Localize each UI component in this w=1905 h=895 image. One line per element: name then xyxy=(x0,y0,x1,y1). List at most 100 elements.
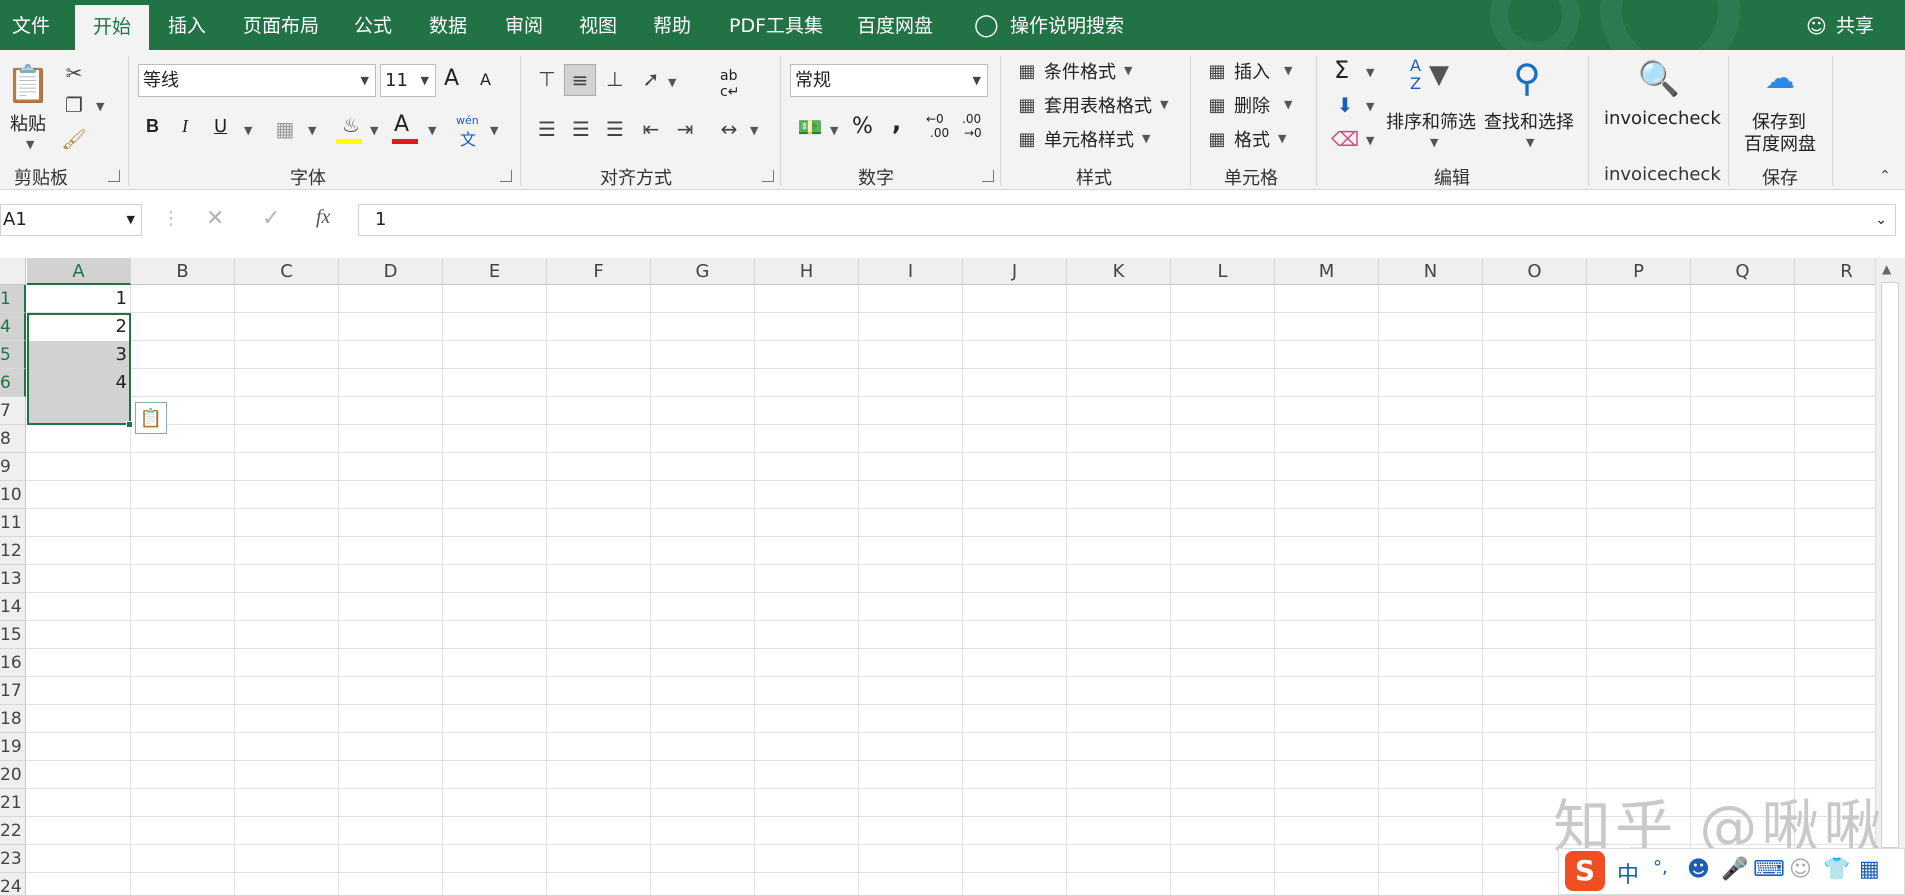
tab-baidu-netdisk[interactable]: 百度网盘 xyxy=(857,0,933,50)
sogou-logo-icon[interactable]: S xyxy=(1565,851,1605,891)
tab-insert[interactable]: 插入 xyxy=(168,0,206,50)
orientation-dropdown[interactable]: ▼ xyxy=(668,76,676,89)
align-bottom-icon[interactable]: ⊥ xyxy=(600,64,630,94)
increase-indent-icon[interactable]: ⇥ xyxy=(670,114,700,144)
tab-formulas[interactable]: 公式 xyxy=(354,0,392,50)
conditional-format-icon[interactable]: ▦ xyxy=(1014,58,1040,84)
skin-icon[interactable]: 👕 xyxy=(1823,857,1850,882)
column-header-c[interactable]: C xyxy=(235,258,339,285)
row-header-7[interactable]: 7 xyxy=(0,397,26,425)
alignment-dialog-launcher[interactable] xyxy=(762,170,774,182)
tab-help[interactable]: 帮助 xyxy=(653,0,691,50)
clear-icon[interactable]: ⌫ xyxy=(1331,126,1359,152)
fill-icon[interactable]: ⬇ xyxy=(1332,92,1358,118)
tab-data[interactable]: 数据 xyxy=(429,0,467,50)
merge-center-icon[interactable]: ↔ xyxy=(714,114,744,144)
row-header-1[interactable]: 1 xyxy=(0,285,26,313)
row-header-21[interactable]: 21 xyxy=(0,789,26,817)
align-center-icon[interactable]: ☰ xyxy=(566,114,596,144)
phonetic-guide-button[interactable]: 文 xyxy=(460,126,476,150)
user-icon[interactable]: ☺ xyxy=(1806,0,1827,50)
lightbulb-icon[interactable]: ◯ xyxy=(974,0,999,50)
format-painter-icon[interactable]: 🖌 xyxy=(60,126,88,152)
microphone-icon[interactable]: 🎤 xyxy=(1721,857,1748,882)
format-as-table-button[interactable]: 套用表格格式 xyxy=(1044,92,1152,118)
sort-filter-dropdown[interactable]: ▼ xyxy=(1430,136,1438,149)
tab-page-layout[interactable]: 页面布局 xyxy=(243,0,319,50)
decrease-decimal-top[interactable]: .00 xyxy=(962,112,981,126)
wrap-text-top[interactable]: ab xyxy=(720,68,737,84)
orientation-icon[interactable]: ➚ xyxy=(636,64,666,94)
fill-dropdown[interactable]: ▼ xyxy=(1366,100,1374,113)
tab-file[interactable]: 文件 xyxy=(12,0,50,50)
find-select-dropdown[interactable]: ▼ xyxy=(1526,136,1534,149)
row-header-6[interactable]: 6 xyxy=(0,369,26,397)
expand-formula-icon[interactable]: ⌄ xyxy=(1875,205,1887,235)
underline-dropdown[interactable]: ▼ xyxy=(244,124,252,137)
decrease-font-button[interactable]: A xyxy=(480,70,491,89)
cell-styles-icon[interactable]: ▦ xyxy=(1014,126,1040,152)
emoji-icon[interactable]: ☻ xyxy=(1687,857,1710,882)
insert-dropdown[interactable]: ▼ xyxy=(1284,64,1292,77)
cell-a4[interactable]: 2 xyxy=(27,313,131,341)
font-name-select[interactable]: 等线 ▼ xyxy=(138,64,376,97)
find-select-button[interactable]: 查找和选择 xyxy=(1484,108,1574,134)
delete-dropdown[interactable]: ▼ xyxy=(1284,98,1292,111)
collapse-ribbon-icon[interactable]: ⌃ xyxy=(1874,166,1896,186)
column-header-a[interactable]: A xyxy=(27,258,131,285)
autosum-dropdown[interactable]: ▼ xyxy=(1366,66,1374,79)
row-header-20[interactable]: 20 xyxy=(0,761,26,789)
paste-icon[interactable]: 📋 xyxy=(6,60,51,108)
tab-pdf-tools[interactable]: PDF工具集 xyxy=(729,0,823,50)
copy-icon[interactable]: ❐ xyxy=(60,92,88,118)
filter-icon[interactable]: ▼ xyxy=(1424,58,1454,92)
wrap-text-button[interactable]: c↵ xyxy=(720,84,739,100)
insert-function-icon[interactable]: fx xyxy=(316,206,330,229)
row-header-5[interactable]: 5 xyxy=(0,341,26,369)
delete-cells-button[interactable]: 删除 xyxy=(1234,92,1270,118)
tab-view[interactable]: 视图 xyxy=(579,0,617,50)
row-header-16[interactable]: 16 xyxy=(0,649,26,677)
cell-a1[interactable]: 1 xyxy=(27,285,131,313)
row-header-17[interactable]: 17 xyxy=(0,677,26,705)
row-header-18[interactable]: 18 xyxy=(0,705,26,733)
row-header-13[interactable]: 13 xyxy=(0,565,26,593)
column-header-m[interactable]: M xyxy=(1275,258,1379,285)
invoicecheck-button[interactable]: invoicecheck xyxy=(1604,108,1721,129)
merge-dropdown[interactable]: ▼ xyxy=(750,124,758,137)
row-header-12[interactable]: 12 xyxy=(0,537,26,565)
font-color-button[interactable]: A xyxy=(394,112,409,137)
row-header-19[interactable]: 19 xyxy=(0,733,26,761)
border-icon[interactable]: ▦ xyxy=(270,114,300,144)
align-middle-icon[interactable]: ≡ xyxy=(564,64,596,96)
format-table-dropdown[interactable]: ▼ xyxy=(1160,98,1168,111)
formula-bar-grip[interactable]: ⋮ xyxy=(162,208,180,229)
scroll-thumb[interactable] xyxy=(1881,282,1899,848)
column-header-f[interactable]: F xyxy=(547,258,651,285)
fill-color-icon[interactable]: ♨ xyxy=(336,110,366,140)
cell-styles-dropdown[interactable]: ▼ xyxy=(1142,132,1150,145)
scroll-up-icon[interactable]: ▲ xyxy=(1882,262,1891,276)
column-header-p[interactable]: P xyxy=(1587,258,1691,285)
invoicecheck-icon[interactable]: 🔍 xyxy=(1636,56,1682,102)
column-header-r[interactable]: R xyxy=(1795,258,1875,285)
phonetic-dropdown[interactable]: ▼ xyxy=(490,124,498,137)
row-header-14[interactable]: 14 xyxy=(0,593,26,621)
insert-cells-button[interactable]: 插入 xyxy=(1234,58,1270,84)
select-all-corner[interactable] xyxy=(0,258,26,285)
sort-filter-button[interactable]: 排序和筛选 xyxy=(1386,108,1476,134)
ime-mode[interactable]: 中 xyxy=(1617,857,1639,889)
increase-decimal-top[interactable]: ←0 xyxy=(926,112,944,126)
paste-dropdown[interactable]: ▼ xyxy=(26,138,34,151)
keyboard-icon[interactable]: ⌨ xyxy=(1753,857,1785,882)
toolbox-icon[interactable]: ▦ xyxy=(1859,857,1880,882)
save-to-netdisk-line2[interactable]: 百度网盘 xyxy=(1744,130,1816,156)
bold-button[interactable]: B xyxy=(146,116,159,137)
name-box[interactable]: A1 ▼ xyxy=(0,204,142,236)
tab-review[interactable]: 审阅 xyxy=(505,0,543,50)
fill-handle[interactable] xyxy=(126,421,133,428)
row-header-9[interactable]: 9 xyxy=(0,453,26,481)
autosum-button[interactable]: Σ xyxy=(1334,56,1349,84)
insert-cells-icon[interactable]: ▦ xyxy=(1204,58,1230,84)
cell-styles-button[interactable]: 单元格样式 xyxy=(1044,126,1134,152)
